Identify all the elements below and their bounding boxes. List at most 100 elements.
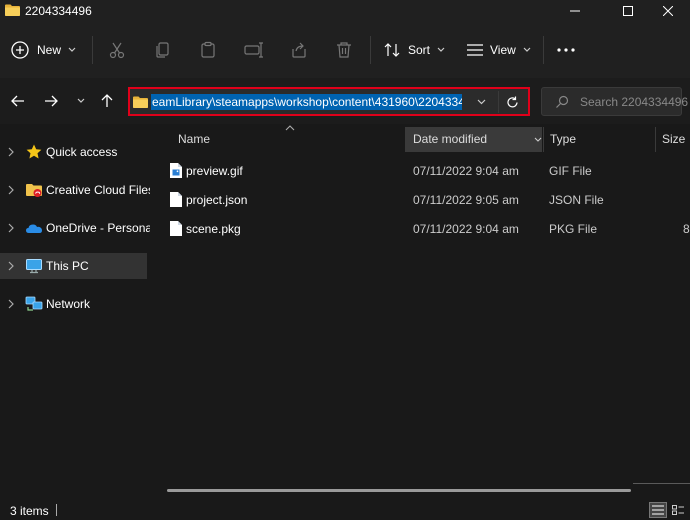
chevron-right-icon[interactable]	[7, 223, 15, 233]
file-name: project.json	[186, 193, 248, 207]
view-lines-icon	[467, 44, 483, 56]
new-button-label: New	[37, 43, 62, 57]
sidebar-item-this-pc[interactable]: This PC	[0, 253, 147, 279]
sidebar-item-label: Network	[46, 297, 91, 311]
chevron-down-icon	[437, 47, 445, 52]
sidebar-item-onedrive[interactable]: OneDrive - Personal	[0, 215, 155, 241]
toolbar-divider	[370, 36, 371, 64]
cut-button[interactable]	[105, 38, 129, 62]
toolbar-divider	[543, 36, 544, 64]
arrow-left-icon	[11, 95, 24, 107]
folder-icon	[5, 4, 20, 16]
chevron-right-icon[interactable]	[7, 261, 15, 271]
chevron-down-icon	[77, 98, 85, 103]
sidebar-item-label: OneDrive - Personal	[46, 221, 155, 235]
file-size: 8	[683, 222, 690, 236]
sidebar-item-label: Creative Cloud Files	[46, 183, 155, 197]
view-button-label: View	[490, 43, 516, 57]
navigation-pane: Quick access Creative Cloud Files OneDri…	[0, 124, 155, 500]
sort-button[interactable]: Sort	[383, 36, 445, 64]
more-options-button[interactable]	[554, 38, 578, 62]
command-bar: New Sort View	[0, 22, 690, 78]
copy-button[interactable]	[151, 38, 175, 62]
file-name: preview.gif	[186, 164, 243, 178]
folder-icon	[133, 96, 148, 108]
horizontal-scrollbar[interactable]	[167, 489, 631, 492]
sidebar-item-network[interactable]: Network	[0, 291, 147, 317]
address-path-text[interactable]: eamLibrary\steamapps\workshop\content\43…	[151, 94, 462, 110]
column-divider[interactable]	[655, 127, 656, 152]
sort-icon	[384, 43, 400, 57]
details-view-button[interactable]	[649, 502, 667, 518]
sidebar-item-quick-access[interactable]: Quick access	[0, 139, 147, 165]
chevron-right-icon[interactable]	[7, 299, 15, 309]
file-date-modified: 07/11/2022 9:05 am	[413, 193, 519, 207]
file-date-modified: 07/11/2022 9:04 am	[413, 164, 519, 178]
file-row[interactable]: scene.pkg 07/11/2022 9:04 am PKG File 8	[165, 214, 690, 243]
sort-button-label: Sort	[408, 43, 431, 57]
item-count: 3 items	[10, 504, 49, 518]
tiles-view-icon	[672, 505, 684, 515]
more-dots-icon	[557, 48, 575, 52]
recent-locations-button[interactable]	[70, 90, 92, 112]
copy-icon	[156, 42, 169, 58]
chevron-down-icon	[477, 99, 485, 105]
file-name: scene.pkg	[186, 222, 241, 236]
sidebar-item-label: Quick access	[46, 145, 118, 159]
new-button[interactable]: New	[10, 36, 76, 64]
navigation-bar: eamLibrary\steamapps\workshop\content\43…	[0, 78, 690, 124]
chevron-right-icon[interactable]	[7, 185, 15, 195]
search-input[interactable]: Search 2204334496	[580, 95, 688, 109]
column-header-name[interactable]: Name	[178, 127, 398, 152]
address-bar[interactable]: eamLibrary\steamapps\workshop\content\43…	[128, 87, 530, 116]
column-header-type[interactable]: Type	[550, 127, 650, 152]
column-header-date-modified[interactable]: Date modified	[406, 127, 542, 152]
window-title: 2204334496	[25, 4, 92, 18]
close-button[interactable]	[645, 0, 690, 22]
file-type: JSON File	[549, 193, 604, 207]
document-file-icon	[170, 192, 182, 207]
clipboard-icon	[201, 41, 215, 58]
tiles-view-button[interactable]	[669, 502, 687, 518]
details-view-icon	[652, 505, 664, 515]
document-file-icon	[170, 221, 182, 236]
back-button[interactable]	[7, 90, 29, 112]
status-bar: 3 items	[0, 500, 690, 520]
chevron-down-icon	[523, 47, 531, 52]
forward-button[interactable]	[40, 90, 62, 112]
refresh-button[interactable]	[498, 91, 526, 113]
rename-button[interactable]	[242, 38, 266, 62]
minimize-button[interactable]	[552, 0, 598, 22]
file-row[interactable]: project.json 07/11/2022 9:05 am JSON Fil…	[165, 185, 690, 214]
minimize-icon	[570, 10, 580, 12]
close-icon	[663, 6, 673, 16]
cloud-icon	[26, 224, 42, 233]
arrow-up-icon	[101, 94, 113, 107]
paste-button[interactable]	[196, 38, 220, 62]
title-bar: 2204334496	[0, 0, 690, 22]
sidebar-item-label: This PC	[46, 259, 89, 273]
status-divider	[56, 504, 57, 516]
file-type: PKG File	[549, 222, 598, 236]
column-divider[interactable]	[543, 127, 544, 152]
search-icon	[556, 95, 569, 108]
chevron-down-icon	[534, 137, 542, 142]
address-dropdown-button[interactable]	[468, 91, 494, 113]
chevron-right-icon[interactable]	[7, 147, 15, 157]
trash-icon	[337, 42, 351, 58]
creative-cloud-folder-icon	[26, 184, 42, 197]
monitor-icon	[26, 259, 42, 274]
share-button[interactable]	[287, 38, 311, 62]
chevron-down-icon	[68, 47, 76, 52]
column-header-size[interactable]: Size	[662, 127, 690, 152]
scissors-icon	[109, 42, 125, 59]
sidebar-item-creative-cloud-files[interactable]: Creative Cloud Files	[0, 177, 154, 203]
delete-button[interactable]	[332, 38, 356, 62]
file-row[interactable]: preview.gif 07/11/2022 9:04 am GIF File	[165, 156, 690, 185]
up-button[interactable]	[96, 90, 118, 112]
view-button[interactable]: View	[467, 36, 531, 64]
search-box[interactable]: Search 2204334496	[541, 87, 688, 116]
file-date-modified: 07/11/2022 9:04 am	[413, 222, 519, 236]
star-icon	[26, 144, 42, 159]
file-type: GIF File	[549, 164, 592, 178]
